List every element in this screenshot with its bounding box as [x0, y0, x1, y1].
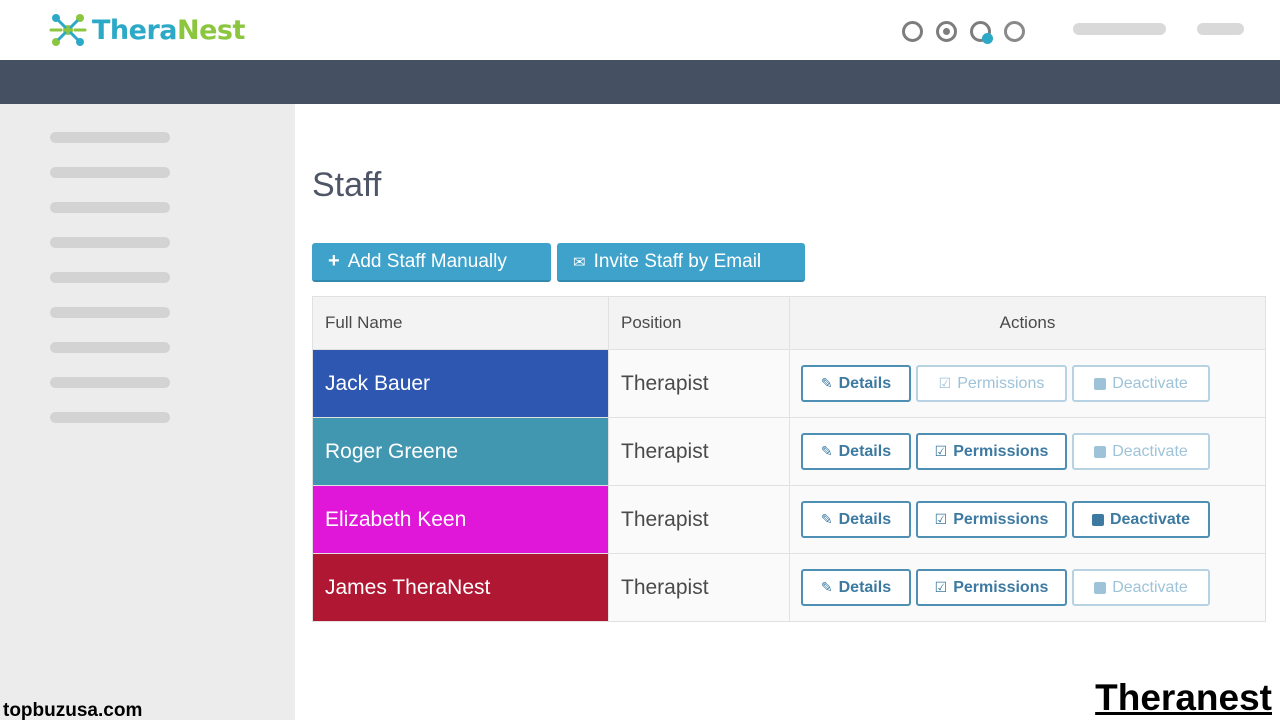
- permissions-button[interactable]: ☑ Permissions: [916, 501, 1067, 538]
- details-button[interactable]: ✎ Details: [801, 365, 911, 402]
- envelope-icon: ✉: [573, 253, 586, 271]
- staff-position-cell: Therapist: [608, 553, 790, 622]
- table-header-row: Full Name Position Actions: [312, 296, 1266, 350]
- deactivate-button-label: Deactivate: [1112, 374, 1188, 392]
- details-button-label: Details: [838, 442, 892, 460]
- deactivate-button-label: Deactivate: [1112, 442, 1188, 460]
- main-navbar: [0, 60, 1280, 104]
- table-row: Elizabeth Keen Therapist ✎ Details ☑ Permissi…: [312, 485, 1266, 554]
- deactivate-button[interactable]: Deactivate: [1072, 569, 1210, 606]
- action-button-group: ✎ Details ☑ Permissions Deactivate: [801, 569, 1265, 606]
- user-circle-icon[interactable]: [902, 21, 923, 42]
- logout-placeholder[interactable]: [1197, 23, 1244, 35]
- user-name-placeholder[interactable]: [1073, 23, 1166, 35]
- add-staff-label: Add Staff Manually: [347, 250, 507, 272]
- stop-square-icon: [1094, 445, 1107, 458]
- deactivate-button-label: Deactivate: [1112, 578, 1188, 596]
- details-button-label: Details: [838, 510, 892, 528]
- action-button-group: ✎ Details ☑ Permissions Deactivate: [801, 501, 1265, 538]
- deactivate-button[interactable]: Deactivate: [1072, 433, 1210, 470]
- search-icon[interactable]: [970, 21, 993, 44]
- deactivate-button[interactable]: Deactivate: [1072, 365, 1210, 402]
- column-header-full-name[interactable]: Full Name: [312, 296, 609, 350]
- invite-staff-button[interactable]: ✉ Invite Staff by Email: [557, 243, 805, 282]
- details-button-label: Details: [838, 374, 892, 392]
- details-button-label: Details: [838, 578, 892, 596]
- edit-icon: ✎: [820, 443, 833, 459]
- sidebar-item[interactable]: [50, 412, 170, 423]
- permissions-button-label: Permissions: [957, 374, 1045, 392]
- checkbox-icon: ☑: [934, 511, 948, 527]
- sidebar-item[interactable]: [50, 202, 170, 213]
- staff-name-cell[interactable]: Jack Bauer: [312, 349, 609, 418]
- edit-icon: ✎: [820, 375, 833, 391]
- permissions-button-label: Permissions: [953, 442, 1049, 460]
- logo-people-icon: [49, 14, 87, 46]
- permissions-button[interactable]: ☑ Permissions: [916, 365, 1067, 402]
- details-button[interactable]: ✎ Details: [801, 433, 911, 470]
- sidebar-item[interactable]: [50, 237, 170, 248]
- settings-circle-icon[interactable]: [936, 21, 957, 42]
- action-button-group: ✎ Details ☑ Permissions Deactivate: [801, 433, 1265, 470]
- sidebar-item[interactable]: [50, 377, 170, 388]
- staff-position-cell: Therapist: [608, 485, 790, 554]
- checkbox-icon: ☑: [934, 443, 948, 459]
- top-header: TheraNest: [0, 0, 1280, 60]
- staff-table: Full Name Position Actions Jack Bauer The…: [312, 296, 1266, 622]
- details-button[interactable]: ✎ Details: [801, 569, 911, 606]
- checkbox-icon: ☑: [934, 579, 948, 595]
- invite-staff-label: Invite Staff by Email: [593, 250, 762, 272]
- help-circle-icon[interactable]: [1004, 21, 1025, 42]
- column-header-actions: Actions: [789, 296, 1266, 350]
- column-header-position[interactable]: Position: [608, 296, 790, 350]
- table-row: Jack Bauer Therapist ✎ Details ☑ Permissions D…: [312, 349, 1266, 418]
- sidebar-item[interactable]: [50, 167, 170, 178]
- staff-position-cell: Therapist: [608, 417, 790, 486]
- stop-square-icon: [1094, 581, 1107, 594]
- staff-name-cell[interactable]: Elizabeth Keen: [312, 485, 609, 554]
- notification-dot: [982, 33, 993, 44]
- stop-square-icon: [1094, 377, 1107, 390]
- logo-text: TheraNest: [92, 14, 245, 46]
- staff-actions-cell: ✎ Details ☑ Permissions Deactivate: [789, 349, 1266, 418]
- header-icon-group: [902, 21, 1025, 44]
- add-staff-manually-button[interactable]: + Add Staff Manually: [312, 243, 551, 282]
- plus-icon: +: [328, 250, 340, 272]
- staff-actions-cell: ✎ Details ☑ Permissions Deactivate: [789, 417, 1266, 486]
- table-row: Roger Greene Therapist ✎ Details ☑ Permission…: [312, 417, 1266, 486]
- deactivate-button-label: Deactivate: [1109, 510, 1191, 528]
- staff-name-cell[interactable]: James TheraNest: [312, 553, 609, 622]
- checkbox-icon: ☑: [938, 375, 952, 391]
- action-button-group: ✎ Details ☑ Permissions Deactivate: [801, 365, 1265, 402]
- permissions-button[interactable]: ☑ Permissions: [916, 433, 1067, 470]
- sidebar: [0, 104, 295, 720]
- staff-actions-cell: ✎ Details ☑ Permissions Deactivate: [789, 553, 1266, 622]
- sidebar-item[interactable]: [50, 342, 170, 353]
- sidebar-item[interactable]: [50, 272, 170, 283]
- page-title: Staff: [312, 166, 382, 204]
- sidebar-item[interactable]: [50, 307, 170, 318]
- theranest-logo[interactable]: TheraNest: [48, 8, 245, 52]
- edit-icon: ✎: [820, 579, 833, 595]
- staff-position-cell: Therapist: [608, 349, 790, 418]
- permissions-button[interactable]: ☑ Permissions: [916, 569, 1067, 606]
- edit-icon: ✎: [820, 511, 833, 527]
- permissions-button-label: Permissions: [953, 510, 1049, 528]
- sidebar-item[interactable]: [50, 132, 170, 143]
- staff-actions-cell: ✎ Details ☑ Permissions Deactivate: [789, 485, 1266, 554]
- watermark-site: topbuzusa.com: [3, 700, 143, 720]
- permissions-button-label: Permissions: [953, 578, 1049, 596]
- details-button[interactable]: ✎ Details: [801, 501, 911, 538]
- stop-square-icon: [1091, 513, 1104, 526]
- deactivate-button[interactable]: Deactivate: [1072, 501, 1210, 538]
- staff-name-cell[interactable]: Roger Greene: [312, 417, 609, 486]
- table-row: James TheraNest Therapist ✎ Details ☑ Permiss…: [312, 553, 1266, 622]
- watermark-title: Theranest: [1095, 677, 1272, 718]
